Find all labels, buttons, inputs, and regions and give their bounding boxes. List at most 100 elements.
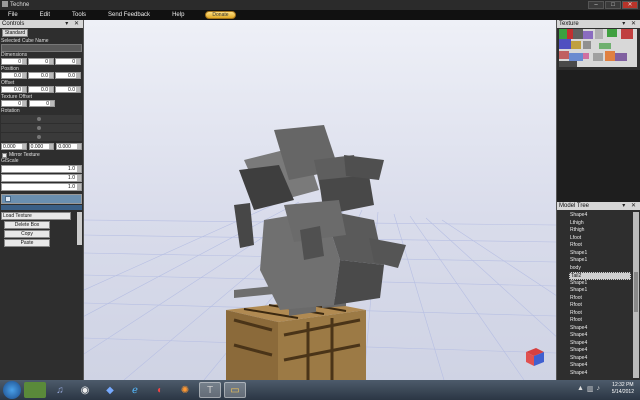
tree-item[interactable]: Rfoot xyxy=(569,310,631,318)
paste-button[interactable]: Paste xyxy=(4,239,50,247)
glscale-y-input[interactable]: 1.0 xyxy=(1,174,82,182)
position-y-input[interactable]: 0.0 xyxy=(28,72,54,79)
rotation-x-input[interactable]: 0.000 xyxy=(1,143,27,150)
selected-cube-name-field[interactable] xyxy=(1,44,82,52)
tree-item[interactable]: Shape4 xyxy=(569,370,631,378)
copy-button[interactable]: Copy xyxy=(4,230,50,238)
tree-item[interactable]: Shape1 xyxy=(569,287,631,295)
position-z-input[interactable]: 0.0 xyxy=(55,72,81,79)
texture-offset-y-input[interactable]: 0 xyxy=(29,100,55,107)
load-texture-button[interactable]: Load Texture xyxy=(1,212,71,220)
slider-thumb[interactable] xyxy=(37,126,41,130)
firefox-icon[interactable]: ✺ xyxy=(174,382,196,398)
menu-help[interactable]: Help xyxy=(161,12,195,18)
glscale-label: GlScale xyxy=(1,158,19,164)
network-icon[interactable]: ▥ xyxy=(587,385,594,393)
panel-buttons[interactable]: ▾ ✕ xyxy=(622,20,638,28)
minecraft-icon[interactable] xyxy=(24,382,46,398)
tree-item[interactable]: Shape1 xyxy=(569,250,631,258)
maximize-button[interactable]: □ xyxy=(605,1,621,9)
close-button[interactable]: ✕ xyxy=(622,1,638,9)
rotation-y-input[interactable]: 0.000 xyxy=(28,143,55,150)
model-tree-scrollbar[interactable] xyxy=(633,212,639,378)
tree-item[interactable]: Rthigh xyxy=(569,227,631,235)
panel-buttons[interactable]: ▾ ✕ xyxy=(65,20,81,28)
tree-item[interactable]: Shape4 xyxy=(569,325,631,333)
rotation-x-slider[interactable] xyxy=(1,115,82,123)
tree-item[interactable]: Shape4 xyxy=(569,362,631,370)
techne-icon[interactable]: T xyxy=(199,382,221,398)
tree-item[interactable]: Shape1 xyxy=(569,280,631,288)
tree-item[interactable]: Shape4 xyxy=(569,212,631,220)
dimension-y-input[interactable]: 0 xyxy=(28,58,54,65)
tree-item[interactable]: Shape1 xyxy=(569,257,631,265)
texture-atlas xyxy=(559,29,637,67)
offset-x-input[interactable]: 0.0 xyxy=(1,86,27,93)
glscale-z-input[interactable]: 1.0 xyxy=(1,183,82,191)
minimize-button[interactable]: – xyxy=(588,1,604,9)
rotation-z-slider[interactable] xyxy=(1,133,82,141)
rotation-y-slider[interactable] xyxy=(1,124,82,132)
menu-bar: File Edit Tools Send Feedback Help Donat… xyxy=(0,10,640,20)
tray-up-icon[interactable]: ▲ xyxy=(577,385,584,393)
menu-tools[interactable]: Tools xyxy=(61,12,97,18)
window-controls: – □ ✕ xyxy=(588,1,638,9)
tree-item[interactable]: Shape4 xyxy=(569,332,631,340)
model-viewport[interactable] xyxy=(84,20,556,380)
app-icon xyxy=(2,1,8,7)
tree-item[interactable]: body xyxy=(569,265,631,273)
scroll-thumb[interactable] xyxy=(634,272,638,312)
start-orb-icon[interactable] xyxy=(3,381,21,399)
texture-zoom-track xyxy=(1,205,82,210)
volume-icon[interactable]: ♪ xyxy=(597,385,601,393)
right-empty-area xyxy=(556,70,640,202)
rotation-values-row: 0.000 0.000 0.000 xyxy=(0,143,83,150)
menu-edit[interactable]: Edit xyxy=(29,12,61,18)
texture-offset-x-input[interactable]: 0 xyxy=(1,100,27,107)
panel-buttons[interactable]: ▾ ✕ xyxy=(622,202,638,210)
action-buttons: Load Texture Delete Box Copy Paste xyxy=(1,212,82,247)
tree-item[interactable]: Rfoot xyxy=(569,295,631,303)
glscale-x-input[interactable]: 1.0 xyxy=(1,165,82,173)
rotation-z-input[interactable]: 0.000 xyxy=(56,143,83,150)
tree-item[interactable]: Shape4 xyxy=(569,355,631,363)
delete-box-button[interactable]: Delete Box xyxy=(4,221,50,229)
standard-button[interactable]: Standard xyxy=(2,29,28,37)
menu-file[interactable]: File xyxy=(0,12,29,18)
tree-item[interactable]: Rfoot xyxy=(569,317,631,325)
dimension-x-input[interactable]: 0 xyxy=(1,58,27,65)
donate-button[interactable]: Donate xyxy=(205,11,236,19)
explorer-icon[interactable]: ▭ xyxy=(224,382,246,398)
texture-preview[interactable] xyxy=(559,29,637,67)
slider-thumb[interactable] xyxy=(37,117,41,121)
tree-item[interactable]: Tail2 xyxy=(569,272,631,280)
tree-item[interactable]: Lfoot xyxy=(569,235,631,243)
internet-explorer-icon[interactable]: ℯ xyxy=(124,382,146,398)
offset-z-input[interactable]: 0.0 xyxy=(55,86,81,93)
orientation-cube-icon[interactable] xyxy=(526,348,544,366)
controls-panel: Controls ▾ ✕ Standard Selected Cube Name… xyxy=(0,20,84,380)
menu-send-feedback[interactable]: Send Feedback xyxy=(97,12,161,18)
slider-thumb[interactable] xyxy=(37,135,41,139)
itunes-icon[interactable]: ♫ xyxy=(49,382,71,398)
tree-item[interactable]: Shape4 xyxy=(569,347,631,355)
tree-item[interactable]: Lthigh xyxy=(569,220,631,228)
rotation-label: Rotation xyxy=(1,108,20,114)
position-x-input[interactable]: 0.0 xyxy=(1,72,27,79)
checkbox-box[interactable] xyxy=(2,152,7,158)
tree-item[interactable]: Rfoot xyxy=(569,242,631,250)
zoom-knob[interactable] xyxy=(5,196,11,202)
system-tray: ▲ ▥ ♪ xyxy=(577,385,600,393)
texture-zoom-slider[interactable] xyxy=(1,194,82,204)
offset-y-input[interactable]: 0.0 xyxy=(28,86,54,93)
media-player-icon[interactable]: ◉ xyxy=(74,382,96,398)
model-tree-list: Shape4 Lthigh Rthigh Lfoot Rfoot Shape1 Shape1… xyxy=(569,212,631,377)
controls-scrollbar[interactable] xyxy=(77,212,82,245)
tree-item[interactable]: Rfoot xyxy=(569,302,631,310)
controls-title: Controls xyxy=(2,21,25,27)
app-blue-icon[interactable]: ◆ xyxy=(99,382,121,398)
clock[interactable]: 12:32 PM 5/14/2012 xyxy=(612,382,634,396)
chrome-icon[interactable]: ◐ xyxy=(149,382,171,398)
dimension-z-input[interactable]: 0 xyxy=(55,58,81,65)
tree-item[interactable]: Shape4 xyxy=(569,340,631,348)
